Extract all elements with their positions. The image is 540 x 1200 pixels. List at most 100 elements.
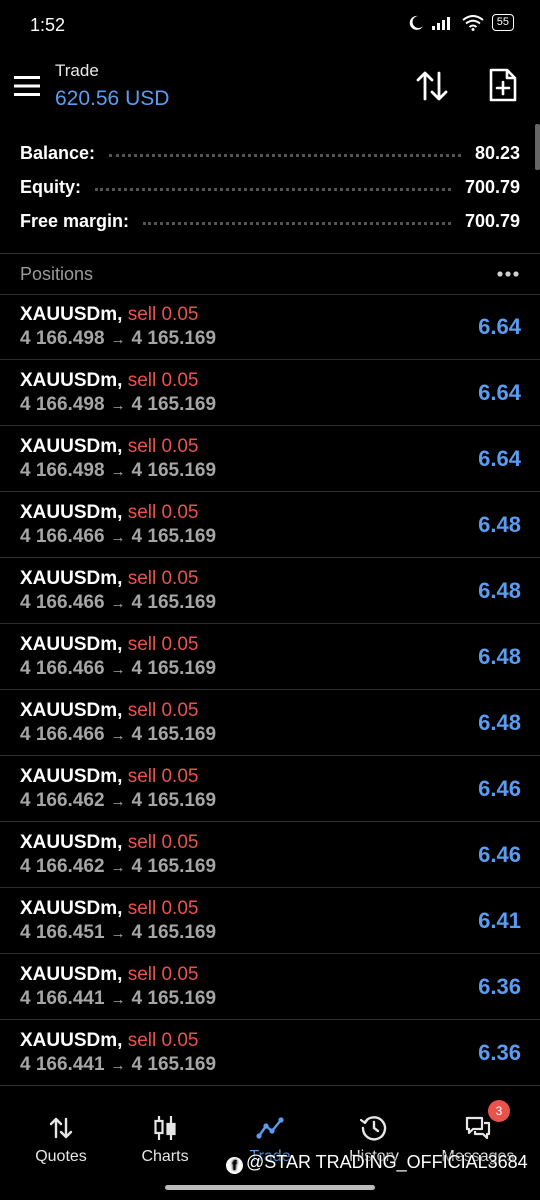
position-prices: 4 166.441 → 4 165.169 xyxy=(20,988,216,1010)
position-symbol: XAUUSDm, xyxy=(20,436,123,457)
signal-icon xyxy=(431,16,450,30)
more-icon[interactable] xyxy=(496,264,520,284)
position-current-price: 4 165.169 xyxy=(131,394,217,415)
position-title: XAUUSDm, sell 0.05 xyxy=(20,304,198,326)
position-title: XAUUSDm, sell 0.05 xyxy=(20,766,198,788)
position-row[interactable]: XAUUSDm, sell 0.05 4 166.441 → 4 165.169 6.3… xyxy=(0,954,540,1020)
position-title: XAUUSDm, sell 0.05 xyxy=(20,568,198,590)
watermark-text: @STAR TRADING_OFFICIAL3684 xyxy=(246,1152,528,1172)
position-title: XAUUSDm, sell 0.05 xyxy=(20,1030,198,1052)
position-current-price: 4 165.169 xyxy=(131,988,217,1009)
position-current-price: 4 165.169 xyxy=(131,790,217,811)
arrow-right-icon: → xyxy=(110,661,126,678)
position-symbol: XAUUSDm, xyxy=(20,568,123,589)
position-profit: 6.64 xyxy=(478,446,521,471)
free-margin-label: Free margin: xyxy=(20,210,130,231)
position-current-price: 4 165.169 xyxy=(131,526,217,547)
position-open-price: 4 166.466 xyxy=(20,724,105,745)
position-symbol: XAUUSDm, xyxy=(20,502,123,523)
facebook-icon: f xyxy=(226,1157,243,1174)
position-prices: 4 166.462 → 4 165.169 xyxy=(20,790,216,812)
free-margin-value: 700.79 xyxy=(464,210,520,231)
position-prices: 4 166.441 → 4 165.169 xyxy=(20,1054,216,1076)
arrow-right-icon: → xyxy=(110,397,126,414)
position-prices: 4 166.498 → 4 165.169 xyxy=(20,460,216,482)
position-current-price: 4 165.169 xyxy=(131,1054,217,1075)
positions-title: Positions xyxy=(20,264,94,284)
arrow-right-icon: → xyxy=(110,793,126,810)
position-row[interactable]: XAUUSDm, sell 0.05 4 166.498 → 4 165.169 6.6… xyxy=(0,426,540,492)
position-row[interactable]: XAUUSDm, sell 0.05 4 166.466 → 4 165.169 6.4… xyxy=(0,558,540,624)
position-prices: 4 166.498 → 4 165.169 xyxy=(20,328,216,350)
position-title: XAUUSDm, sell 0.05 xyxy=(20,964,198,986)
position-symbol: XAUUSDm, xyxy=(20,370,123,391)
position-prices: 4 166.466 → 4 165.169 xyxy=(20,592,216,614)
status-time: 1:52 xyxy=(30,15,66,35)
battery-indicator: 55 xyxy=(491,14,514,31)
status-bar: 1:52 55 xyxy=(0,0,540,50)
equity-label: Equity: xyxy=(20,176,81,197)
position-side: sell 0.05 xyxy=(127,964,199,985)
position-open-price: 4 166.441 xyxy=(20,1054,105,1075)
position-current-price: 4 165.169 xyxy=(131,592,217,613)
position-prices: 4 166.498 → 4 165.169 xyxy=(20,394,216,416)
position-open-price: 4 166.498 xyxy=(20,460,105,481)
positions-list: XAUUSDm, sell 0.05 4 166.498 → 4 165.169 6.6… xyxy=(0,294,540,1086)
home-indicator[interactable] xyxy=(165,1185,375,1190)
dotted-leader xyxy=(95,187,451,191)
page-title: Trade xyxy=(55,61,99,80)
header-balance: 620.56 USD xyxy=(55,87,170,110)
position-row[interactable]: XAUUSDm, sell 0.05 4 166.462 → 4 165.169 6.4… xyxy=(0,822,540,888)
position-title: XAUUSDm, sell 0.05 xyxy=(20,832,198,854)
status-icons: 55 xyxy=(408,14,514,31)
position-title: XAUUSDm, sell 0.05 xyxy=(20,634,198,656)
account-summary: Balance: 80.23 Equity: 700.79 Free margi… xyxy=(0,136,540,238)
nav-charts[interactable]: Charts xyxy=(111,1098,219,1178)
position-row[interactable]: XAUUSDm, sell 0.05 4 166.498 → 4 165.169 6.6… xyxy=(0,294,540,360)
position-profit: 6.48 xyxy=(478,512,521,537)
position-symbol: XAUUSDm, xyxy=(20,634,123,655)
arrow-right-icon: → xyxy=(110,463,126,480)
position-open-price: 4 166.466 xyxy=(20,658,105,679)
quotes-icon xyxy=(49,1117,73,1139)
positions-section-header: Positions xyxy=(0,253,540,295)
dotted-leader xyxy=(143,221,451,225)
position-current-price: 4 165.169 xyxy=(131,724,217,745)
position-row[interactable]: XAUUSDm, sell 0.05 4 166.466 → 4 165.169 6.4… xyxy=(0,624,540,690)
position-prices: 4 166.451 → 4 165.169 xyxy=(20,922,216,944)
nav-quotes-label: Quotes xyxy=(35,1148,87,1165)
position-prices: 4 166.466 → 4 165.169 xyxy=(20,526,216,548)
position-prices: 4 166.466 → 4 165.169 xyxy=(20,658,216,680)
position-side: sell 0.05 xyxy=(127,436,199,457)
position-row[interactable]: XAUUSDm, sell 0.05 4 166.466 → 4 165.169 6.4… xyxy=(0,690,540,756)
position-row[interactable]: XAUUSDm, sell 0.05 4 166.451 → 4 165.169 6.4… xyxy=(0,888,540,954)
nav-quotes[interactable]: Quotes xyxy=(7,1098,115,1178)
arrow-right-icon: → xyxy=(110,727,126,744)
position-profit: 6.36 xyxy=(478,974,521,999)
position-current-price: 4 165.169 xyxy=(131,856,217,877)
charts-icon xyxy=(154,1116,176,1140)
position-current-price: 4 165.169 xyxy=(131,460,217,481)
position-symbol: XAUUSDm, xyxy=(20,766,123,787)
position-row[interactable]: XAUUSDm, sell 0.05 4 166.441 → 4 165.169 6.3… xyxy=(0,1020,540,1086)
balance-value: 80.23 xyxy=(474,142,520,163)
position-open-price: 4 166.466 xyxy=(20,526,105,547)
position-row[interactable]: XAUUSDm, sell 0.05 4 166.466 → 4 165.169 6.4… xyxy=(0,492,540,558)
position-row[interactable]: XAUUSDm, sell 0.05 4 166.498 → 4 165.169 6.6… xyxy=(0,360,540,426)
position-open-price: 4 166.462 xyxy=(20,790,105,811)
position-row[interactable]: XAUUSDm, sell 0.05 4 166.462 → 4 165.169 6.4… xyxy=(0,756,540,822)
sort-icon[interactable] xyxy=(414,69,450,103)
menu-icon[interactable] xyxy=(14,75,40,97)
arrow-right-icon: → xyxy=(110,925,126,942)
position-side: sell 0.05 xyxy=(127,832,199,853)
position-open-price: 4 166.498 xyxy=(20,394,105,415)
arrow-right-icon: → xyxy=(110,991,126,1008)
app-header: Trade 620.56 USD xyxy=(0,55,540,119)
position-open-price: 4 166.462 xyxy=(20,856,105,877)
free-margin-row: Free margin: 700.79 xyxy=(0,204,540,238)
do-not-disturb-icon xyxy=(409,15,423,30)
arrow-right-icon: → xyxy=(110,595,126,612)
position-side: sell 0.05 xyxy=(127,766,199,787)
position-prices: 4 166.462 → 4 165.169 xyxy=(20,856,216,878)
new-order-icon[interactable] xyxy=(486,67,520,103)
